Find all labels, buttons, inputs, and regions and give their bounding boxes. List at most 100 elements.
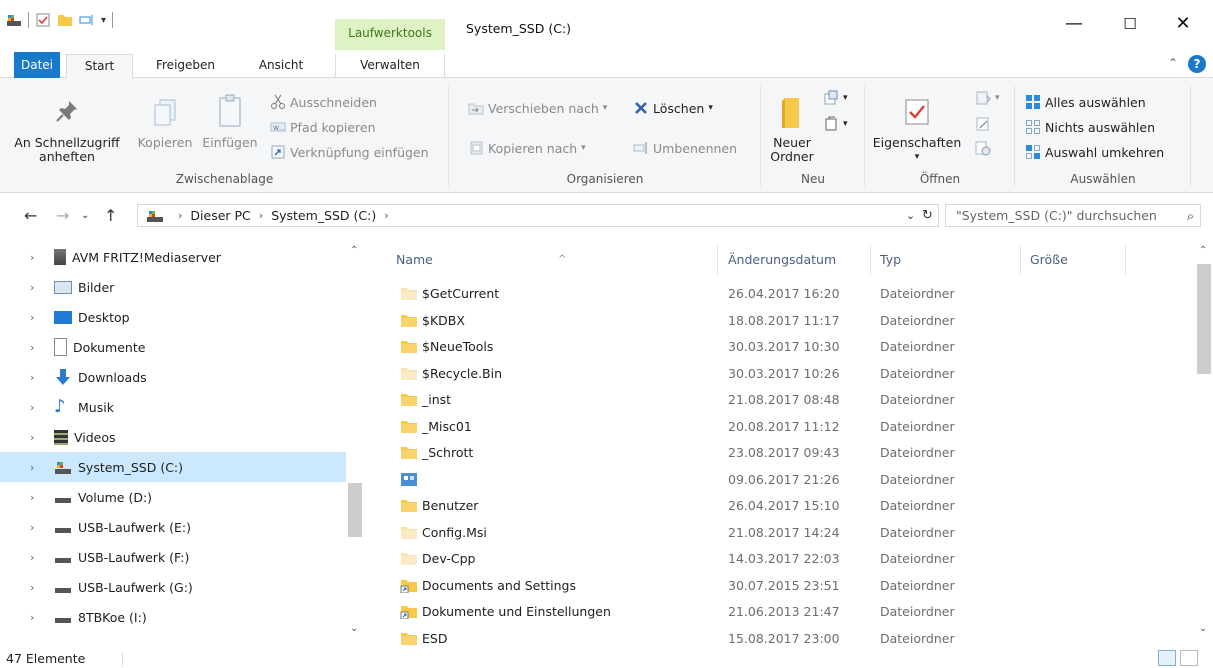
nav-item-system-ssd[interactable]: › System_SSD (C:) bbox=[0, 452, 346, 482]
nav-item[interactable]: › USB-Laufwerk (F:) bbox=[0, 542, 346, 572]
move-to-button[interactable]: Verschieben nach ▾ bbox=[468, 100, 607, 116]
recent-locations-chevron-icon[interactable]: ⌄ bbox=[81, 210, 89, 221]
scroll-down-icon[interactable]: ⌄ bbox=[350, 623, 358, 634]
copy-to-button[interactable]: Kopieren nach ▾ bbox=[468, 140, 586, 156]
table-row[interactable]: Dokumente und Einstellungen 21.06.2013 21… bbox=[380, 599, 1195, 625]
minimize-button[interactable]: — bbox=[1051, 8, 1097, 40]
drive-tools-context-tab[interactable]: Laufwerktools bbox=[335, 19, 445, 50]
file-list-scrollbar[interactable]: ⌃ ⌄ bbox=[1195, 237, 1213, 648]
nav-item[interactable]: › AVM FRITZ!Mediaserver bbox=[0, 242, 346, 272]
expand-chevron-icon[interactable]: › bbox=[30, 341, 44, 354]
details-view-icon[interactable] bbox=[1158, 650, 1176, 666]
expand-chevron-icon[interactable]: › bbox=[30, 551, 44, 564]
scrollbar-thumb[interactable] bbox=[348, 483, 362, 537]
pin-quick-access-button[interactable]: An Schnellzugriff anheften bbox=[4, 98, 130, 164]
table-row[interactable]: Benutzer 26.04.2017 15:10 Dateiordner bbox=[380, 493, 1195, 519]
expand-chevron-icon[interactable]: › bbox=[30, 521, 44, 534]
expand-chevron-icon[interactable]: › bbox=[30, 431, 44, 444]
address-bar[interactable]: › Dieser PC › System_SSD (C:) › ⌄ ↻ bbox=[137, 204, 939, 227]
column-header-type[interactable]: Typ bbox=[880, 245, 1020, 275]
nav-scrollbar[interactable]: ⌃ ⌄ bbox=[346, 237, 364, 648]
expand-chevron-icon[interactable]: › bbox=[30, 251, 44, 264]
table-row[interactable]: $KDBX 18.08.2017 11:17 Dateiordner bbox=[380, 308, 1195, 334]
search-icon[interactable]: ⌕ bbox=[1187, 205, 1194, 226]
easy-access-button[interactable]: ▾ bbox=[823, 116, 848, 132]
expand-chevron-icon[interactable]: › bbox=[30, 491, 44, 504]
copy-path-button[interactable]: W… Pfad kopieren bbox=[270, 119, 376, 135]
expand-chevron-icon[interactable]: › bbox=[30, 611, 44, 624]
refresh-icon[interactable]: ↻ bbox=[922, 208, 933, 223]
properties-icon[interactable] bbox=[35, 12, 51, 28]
tab-file[interactable]: Datei bbox=[14, 52, 60, 78]
back-arrow-icon[interactable]: ← bbox=[24, 206, 37, 225]
open-button[interactable]: ▾ bbox=[975, 90, 1000, 106]
nav-item[interactable]: › Desktop bbox=[0, 302, 346, 332]
paste-button[interactable]: Einfügen bbox=[198, 94, 262, 150]
nav-item[interactable]: › USB-Laufwerk (E:) bbox=[0, 512, 346, 542]
nav-item[interactable]: › Dokumente bbox=[0, 332, 346, 362]
new-folder-button[interactable]: Neuer Ordner bbox=[767, 96, 817, 164]
search-input[interactable]: "System_SSD (C:)" durchsuchen ⌕ bbox=[945, 204, 1201, 227]
table-row[interactable]: Dev-Cpp 14.03.2017 22:03 Dateiordner bbox=[380, 546, 1195, 572]
invert-selection-button[interactable]: Auswahl umkehren bbox=[1025, 144, 1164, 160]
delete-button[interactable]: Löschen ▾ bbox=[633, 100, 713, 116]
table-row[interactable]: _inst 21.08.2017 08:48 Dateiordner bbox=[380, 387, 1195, 413]
table-row[interactable]: $GetCurrent 26.04.2017 16:20 Dateiordner bbox=[380, 281, 1195, 307]
address-dropdown-icon[interactable]: ⌄ bbox=[906, 209, 915, 222]
tab-start[interactable]: Start bbox=[66, 54, 133, 79]
help-icon[interactable]: ? bbox=[1188, 55, 1206, 73]
scroll-up-icon[interactable]: ⌃ bbox=[1199, 245, 1207, 256]
table-row[interactable]: $Recycle.Bin 30.03.2017 10:26 Dateiordner bbox=[380, 361, 1195, 387]
paste-shortcut-button[interactable]: Verknüpfung einfügen bbox=[270, 144, 429, 160]
history-button[interactable] bbox=[975, 140, 995, 156]
scroll-up-icon[interactable]: ⌃ bbox=[350, 245, 358, 256]
scrollbar-thumb[interactable] bbox=[1197, 264, 1211, 374]
tab-share[interactable]: Freigeben bbox=[143, 54, 228, 78]
table-row[interactable]: $NeueTools 30.03.2017 10:30 Dateiordner bbox=[380, 334, 1195, 360]
new-folder-icon[interactable] bbox=[57, 12, 73, 28]
breadcrumb-this-pc[interactable]: Dieser PC bbox=[190, 208, 250, 223]
large-icons-view-icon[interactable] bbox=[1180, 650, 1198, 666]
table-row[interactable]: Documents and Settings 30.07.2015 23:51 Da… bbox=[380, 573, 1195, 599]
rename-icon[interactable] bbox=[79, 12, 95, 28]
column-separator[interactable] bbox=[1125, 245, 1126, 275]
up-arrow-icon[interactable]: ↑ bbox=[104, 206, 117, 225]
column-separator[interactable] bbox=[717, 245, 718, 275]
column-header-size[interactable]: Größe bbox=[1030, 245, 1120, 275]
qat-dropdown-icon[interactable]: ▾ bbox=[101, 15, 106, 26]
column-header-date[interactable]: Änderungsdatum bbox=[728, 245, 868, 275]
breadcrumb-chevron-icon[interactable]: › bbox=[259, 209, 263, 222]
new-item-button[interactable]: ▾ bbox=[823, 90, 848, 106]
forward-arrow-icon[interactable]: → bbox=[56, 206, 69, 225]
table-row[interactable]: _Misc01 20.08.2017 11:12 Dateiordner bbox=[380, 414, 1195, 440]
breadcrumb-chevron-icon[interactable]: › bbox=[178, 209, 182, 222]
tab-view[interactable]: Ansicht bbox=[241, 54, 321, 78]
table-row[interactable]: 09.06.2017 21:26 Dateiordner bbox=[380, 467, 1195, 493]
drive-icon[interactable] bbox=[6, 12, 22, 28]
expand-chevron-icon[interactable]: › bbox=[30, 311, 44, 324]
column-separator[interactable] bbox=[1020, 245, 1021, 275]
rename-button[interactable]: Umbenennen bbox=[633, 140, 737, 156]
expand-chevron-icon[interactable]: › bbox=[30, 461, 44, 474]
select-all-button[interactable]: Alles auswählen bbox=[1025, 94, 1146, 110]
maximize-button[interactable]: ☐ bbox=[1107, 8, 1153, 40]
nav-item[interactable]: › Volume (D:) bbox=[0, 482, 346, 512]
breadcrumb-chevron-icon[interactable]: › bbox=[384, 209, 388, 222]
expand-chevron-icon[interactable]: › bbox=[30, 371, 44, 384]
expand-chevron-icon[interactable]: › bbox=[30, 281, 44, 294]
nav-item[interactable]: › 8TBKoe (I:) bbox=[0, 602, 346, 632]
table-row[interactable]: _Schrott 23.08.2017 09:43 Dateiordner bbox=[380, 440, 1195, 466]
close-button[interactable]: ✕ bbox=[1160, 8, 1206, 40]
cut-button[interactable]: Ausschneiden bbox=[270, 94, 377, 110]
nav-item[interactable]: › ♪ Musik bbox=[0, 392, 346, 422]
collapse-ribbon-icon[interactable]: ⌃ bbox=[1168, 56, 1178, 70]
properties-button[interactable]: Eigenschaften ▾ bbox=[869, 96, 965, 164]
nav-item[interactable]: › Bilder bbox=[0, 272, 346, 302]
edit-button[interactable] bbox=[975, 116, 995, 132]
tab-manage[interactable]: Verwalten bbox=[335, 54, 445, 78]
column-header-name[interactable]: Name ^ bbox=[396, 245, 716, 275]
table-row[interactable]: Config.Msi 21.08.2017 14:24 Dateiordner bbox=[380, 520, 1195, 546]
nav-item[interactable]: › Downloads bbox=[0, 362, 346, 392]
expand-chevron-icon[interactable]: › bbox=[30, 401, 44, 414]
copy-button[interactable]: Kopieren bbox=[133, 98, 197, 150]
